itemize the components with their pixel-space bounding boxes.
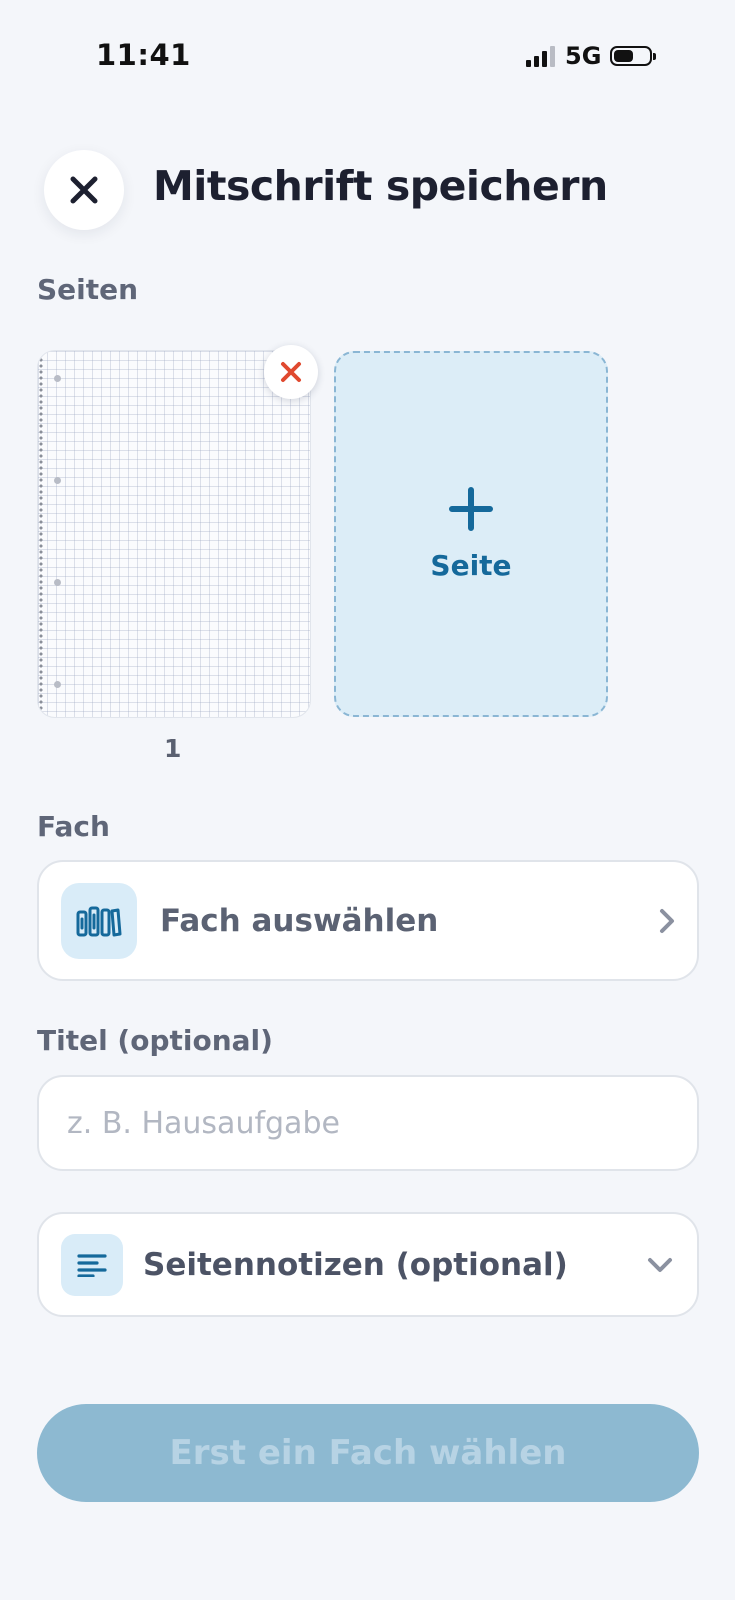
subject-select[interactable]: Fach auswählen: [37, 860, 699, 981]
spiral-binding: [39, 357, 43, 711]
subject-select-label: Fach auswählen: [160, 902, 439, 939]
chevron-right-icon: [660, 908, 674, 933]
subject-section-label: Fach: [37, 810, 110, 843]
close-icon: [70, 176, 98, 204]
page-title: Mitschrift speichern: [153, 162, 608, 210]
notes-icon-badge: [61, 1233, 123, 1296]
status-indicators: 5G: [526, 42, 657, 70]
submit-button[interactable]: Erst ein Fach wählen: [37, 1404, 699, 1502]
text-lines-icon: [77, 1253, 107, 1277]
chevron-down-icon: [648, 1257, 672, 1272]
punch-hole: [54, 579, 61, 586]
network-type: 5G: [565, 42, 602, 70]
page-number: 1: [164, 734, 182, 763]
subject-icon-badge: [61, 882, 137, 959]
remove-page-button[interactable]: [264, 345, 318, 399]
page-notes-label: Seitennotizen (optional): [143, 1246, 568, 1283]
punch-hole: [54, 375, 61, 382]
punch-hole: [54, 681, 61, 688]
title-field[interactable]: [37, 1075, 699, 1171]
plus-icon: [449, 486, 493, 531]
title-input[interactable]: [65, 1104, 669, 1142]
books-icon: [76, 906, 122, 936]
pages-section-label: Seiten: [37, 273, 139, 306]
add-page-label: Seite: [430, 548, 512, 582]
battery-icon: [610, 46, 657, 66]
signal-strength-icon: [526, 45, 555, 67]
add-page-button[interactable]: Seite: [334, 351, 608, 717]
page-notes-toggle[interactable]: Seitennotizen (optional): [37, 1212, 699, 1317]
punch-hole: [54, 477, 61, 484]
page-thumbnail[interactable]: [37, 350, 311, 718]
title-section-label: Titel (optional): [37, 1024, 273, 1057]
close-button[interactable]: [44, 150, 124, 230]
remove-x-icon: [281, 362, 301, 382]
status-time: 11:41: [96, 38, 191, 72]
